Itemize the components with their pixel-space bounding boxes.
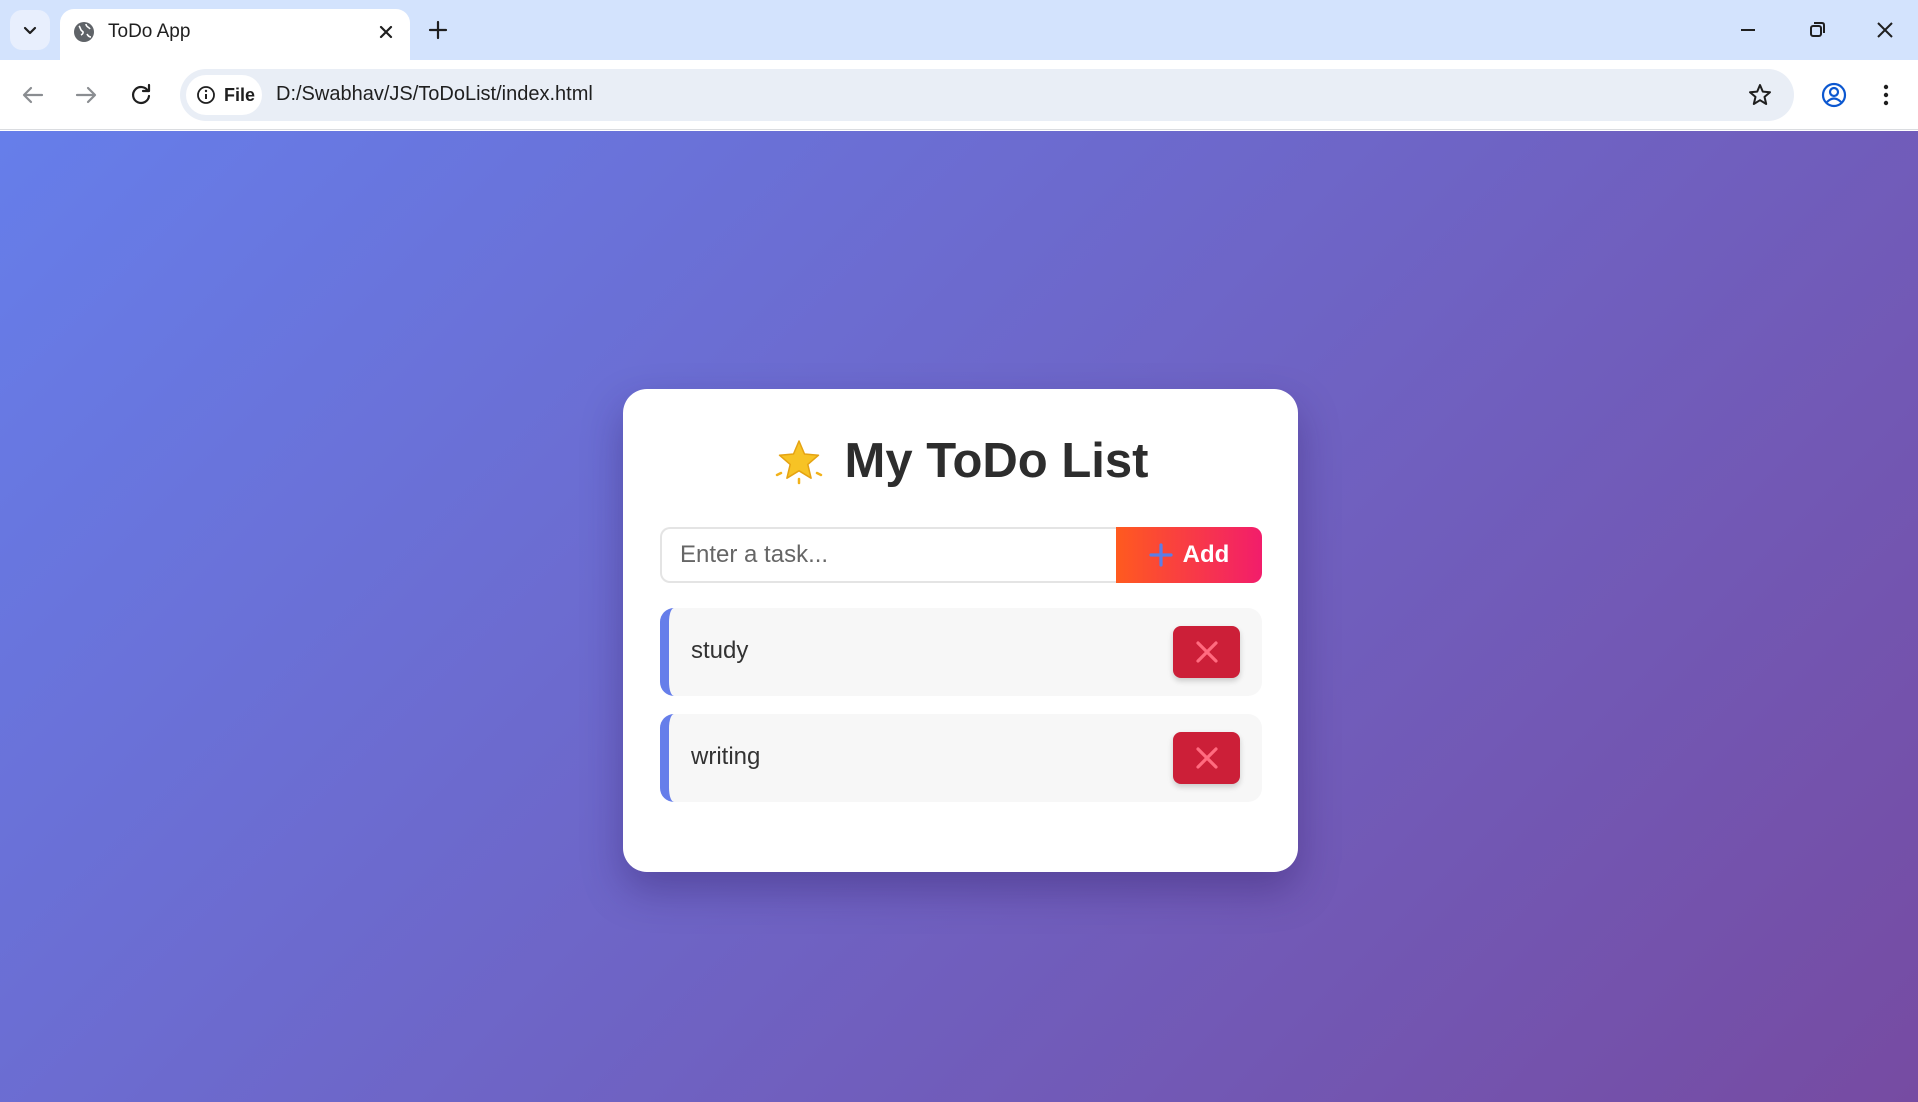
task-input[interactable] [660,527,1116,583]
todo-item-text: study [691,637,749,664]
tab-title: ToDo App [108,21,191,42]
plus-icon [1149,543,1173,567]
reload-icon[interactable] [125,79,157,111]
restore-icon[interactable] [1801,14,1833,46]
minimize-icon[interactable] [1732,14,1764,46]
add-task-form: Add [660,527,1262,583]
tab-search-button[interactable] [10,10,50,50]
site-info-chip[interactable]: File [186,75,262,115]
title-row: My ToDo List [623,431,1298,491]
address-bar[interactable]: File D:/Swabhav/JS/ToDoList/index.html [180,69,1794,121]
back-arrow-icon[interactable] [17,79,49,111]
x-icon [1195,641,1218,663]
todo-card: My ToDo List Add study writing [623,389,1298,872]
tab-strip: ToDo App [0,0,1918,60]
browser-toolbar: File D:/Swabhav/JS/ToDoList/index.html [0,60,1918,130]
forward-arrow-icon[interactable] [70,79,102,111]
add-button[interactable]: Add [1116,527,1262,583]
info-icon [197,86,215,104]
page-title: My ToDo List [844,434,1149,488]
tab-search-icon [23,26,37,35]
todo-item-text: writing [691,743,761,770]
add-button-label: Add [1182,541,1230,568]
close-window-icon[interactable] [1869,14,1901,46]
todo-item: study [660,608,1262,696]
x-icon [1195,747,1218,769]
page-viewport: My ToDo List Add study writing [0,131,1918,1102]
site-chip-label: File [224,85,256,105]
url-text[interactable]: D:/Swabhav/JS/ToDoList/index.html [276,83,593,106]
close-icon[interactable] [374,20,398,44]
delete-button[interactable] [1173,626,1240,678]
plus-icon[interactable] [424,16,452,44]
star-icon[interactable] [1746,81,1774,109]
star-emoji-icon [775,440,822,485]
todo-item: writing [660,714,1262,802]
active-tab[interactable]: ToDo App [60,9,410,60]
globe-icon [74,22,94,42]
delete-button[interactable] [1173,732,1240,784]
kebab-menu-icon[interactable] [1874,79,1898,111]
profile-icon[interactable] [1818,79,1850,111]
